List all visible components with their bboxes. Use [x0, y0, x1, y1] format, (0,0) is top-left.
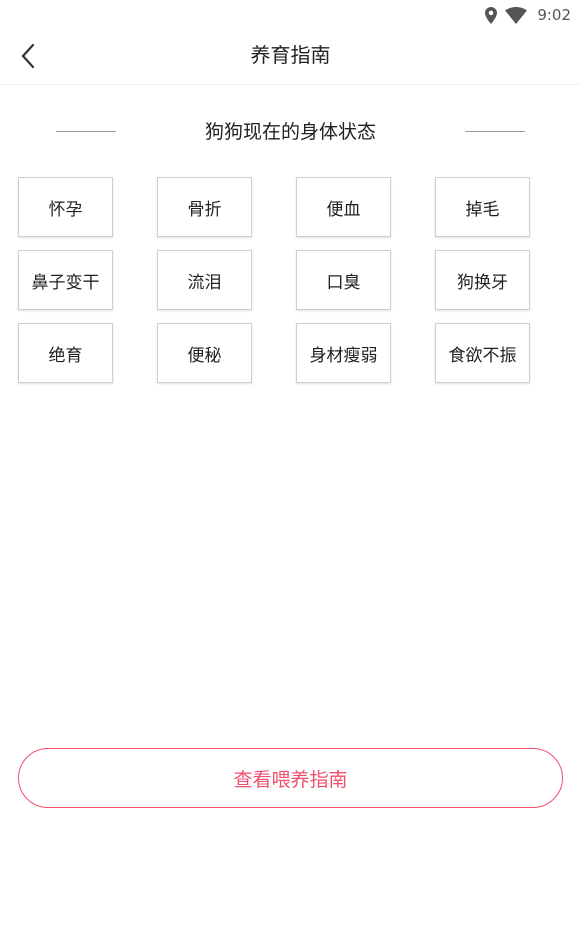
page-title: 养育指南 — [250, 43, 331, 67]
heading-divider-right — [465, 131, 525, 132]
section-heading: 狗狗现在的身体状态 — [0, 112, 581, 152]
wifi-icon — [505, 6, 528, 24]
section-heading-text: 狗狗现在的身体状态 — [204, 121, 376, 143]
condition-tag[interactable]: 流泪 — [157, 250, 252, 310]
location-icon — [485, 6, 498, 24]
condition-tag[interactable]: 骨折 — [157, 177, 252, 237]
condition-tag[interactable]: 鼻子变干 — [18, 250, 113, 310]
condition-tag[interactable]: 身材瘦弱 — [296, 323, 391, 383]
status-time: 9:02 — [537, 6, 571, 24]
status-bar: 9:02 — [0, 0, 581, 30]
condition-tag[interactable]: 绝育 — [18, 323, 113, 383]
condition-tag[interactable]: 便秘 — [157, 323, 252, 383]
condition-tag[interactable]: 狗换牙 — [435, 250, 530, 310]
view-feeding-guide-button[interactable]: 查看喂养指南 — [18, 748, 563, 808]
condition-tag[interactable]: 口臭 — [296, 250, 391, 310]
condition-tag[interactable]: 怀孕 — [18, 177, 113, 237]
condition-tag[interactable]: 便血 — [296, 177, 391, 237]
condition-tag[interactable]: 食欲不振 — [435, 323, 530, 383]
condition-tag-grid: 怀孕 骨折 便血 掉毛 鼻子变干 流泪 口臭 狗换牙 绝育 便秘 身材瘦弱 食欲… — [18, 177, 538, 383]
screen: 9:02 养育指南 狗狗现在的身体状态 怀孕 骨折 便血 掉毛 鼻子变干 流泪 … — [0, 0, 581, 930]
condition-tag[interactable]: 掉毛 — [435, 177, 530, 237]
app-bar: 养育指南 — [0, 30, 581, 85]
